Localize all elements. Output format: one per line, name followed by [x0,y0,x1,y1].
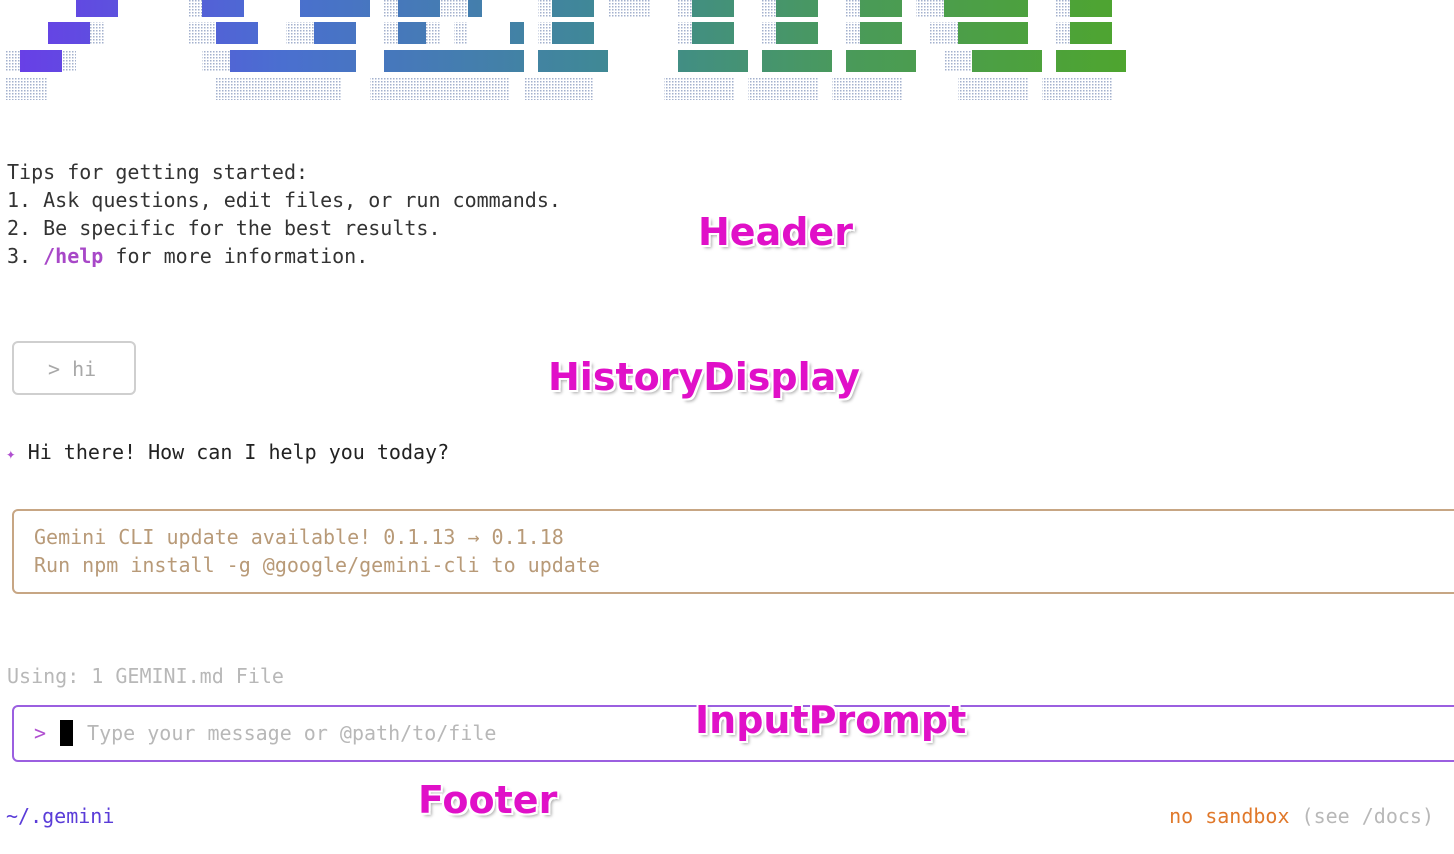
sparkle-icon: ✦ [6,444,16,463]
tip-1-number: 1. [7,188,32,212]
update-line-2: Run npm install -g @google/gemini-cli to… [34,553,600,577]
tip-1-text: Ask questions, edit files, or run comman… [31,188,561,212]
footer-path: ~/.gemini [6,804,115,828]
user-message-box: > hi [12,341,136,395]
footer-sandbox-status: no sandbox (see /docs) [1169,802,1434,830]
docs-hint: (see /docs) [1301,804,1434,828]
input-placeholder[interactable]: Type your message or @path/to/file [87,721,496,745]
prompt-caret: > [34,721,47,745]
tips-section: Tips for getting started: 1. Ask questio… [7,158,561,270]
history-annotation: HistoryDisplay [548,355,860,399]
sandbox-label: no sandbox [1169,804,1290,828]
update-line-1: Gemini CLI update available! 0.1.13 → 0.… [34,525,564,549]
tip-3-number: 3. [7,244,32,268]
tips-heading: Tips for getting started: [7,160,309,184]
tip-2-number: 2. [7,216,32,240]
input-annotation: InputPrompt [695,698,967,742]
gemini-ascii-logo [6,0,1126,100]
footer-annotation: Footer [418,778,558,822]
header-annotation: Header [698,210,853,254]
text-cursor [60,720,74,746]
tip-2-text: Be specific for the best results. [31,216,441,240]
user-message: > hi [48,357,97,381]
assistant-message: Hi there! How can I help you today? [27,440,450,464]
assistant-response: ✦ Hi there! How can I help you today? [6,438,449,468]
update-notice-box: Gemini CLI update available! 0.1.13 → 0.… [12,509,1454,594]
help-command: /help [43,244,104,268]
context-info: Using: 1 GEMINI.md File [7,664,284,688]
tip-3-text: for more information. [103,244,369,268]
